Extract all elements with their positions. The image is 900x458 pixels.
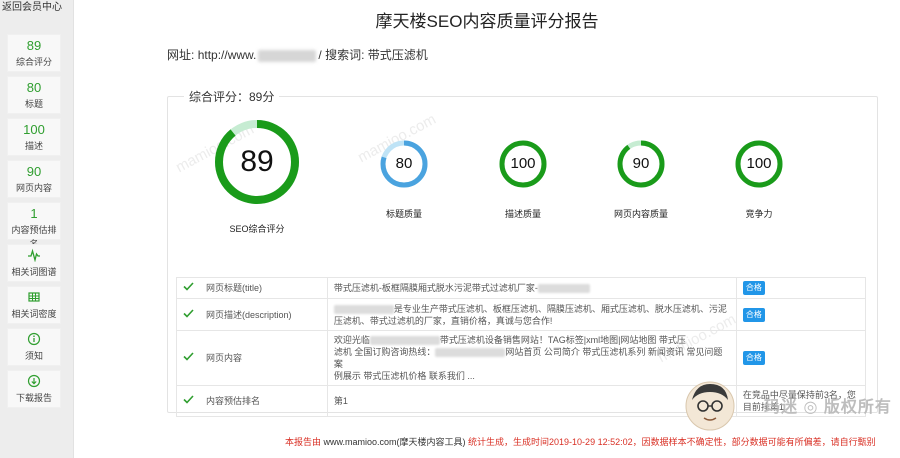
- url-label: 网址:: [167, 48, 195, 62]
- keyword-value: 带式压滤机: [367, 48, 428, 62]
- redacted-text: [333, 304, 394, 314]
- sidebar-score-description[interactable]: 100 描述: [7, 118, 61, 156]
- score-value: 1: [30, 206, 38, 221]
- page-title: 摩天楼SEO内容质量评分报告: [375, 12, 599, 31]
- mascot-logo: [682, 378, 738, 432]
- score-value: 100: [23, 122, 45, 137]
- sidebar-tool-keyword-graph[interactable]: 相关词图谱: [7, 244, 61, 282]
- score-value: 89: [26, 38, 42, 53]
- pass-badge: 合格: [742, 351, 765, 365]
- item-status: 合格: [735, 298, 867, 331]
- gauge-description-quality: 100 描述质量: [498, 139, 548, 219]
- table-row: 内容预估排名 第1 在竞品中尽量保持前3名，您目前排第1: [176, 385, 867, 417]
- gauge-value: 100: [746, 155, 772, 172]
- score-label: 网页内容: [15, 183, 52, 193]
- item-content: 欢迎光临 带式压滤机设备销售网站！TAG标签|xml地图|网站地图 带式压 滤机 全…: [326, 330, 737, 386]
- sidebar: 返回会员中心 89 综合评分 80 标题 100 描述 90 网页内容 1 内容…: [0, 0, 74, 458]
- item-name: 网页内容: [200, 330, 328, 386]
- score-value: 90: [26, 164, 42, 179]
- score-label: 标题: [24, 99, 43, 109]
- item-name: 内容预估排名: [200, 385, 328, 417]
- sidebar-tool-download-report[interactable]: 下载报告: [7, 370, 61, 408]
- gauge-value: 100: [510, 155, 536, 172]
- sidebar-score-content[interactable]: 90 网页内容: [7, 160, 61, 198]
- tool-label: 相关词密度: [11, 309, 57, 319]
- item-status: 合格: [735, 277, 867, 299]
- gauge-label: SEO综合评分: [229, 224, 285, 234]
- gauge-content-quality: 90 网页内容质量: [614, 139, 668, 219]
- gauge-competitiveness: 100 竞争力: [734, 139, 784, 219]
- redacted-text: [435, 348, 506, 358]
- report-footer: 本报告由 www.mamioo.com(摩天楼内容工具) 统计生成，生成时间20…: [285, 435, 876, 448]
- url-suffix: /: [318, 48, 322, 62]
- item-name: 网页描述(description): [200, 298, 328, 331]
- score-label: 描述: [24, 141, 43, 151]
- gauge-value: 80: [395, 155, 413, 172]
- tool-label: 相关词图谱: [11, 267, 57, 277]
- gauge-label: 竞争力: [745, 209, 773, 219]
- redacted-text: [369, 336, 440, 346]
- item-status: 合格: [735, 330, 867, 386]
- redacted-text: [537, 284, 590, 294]
- sidebar-tool-keyword-density[interactable]: 相关词密度: [7, 286, 61, 324]
- sidebar-tool-notice[interactable]: 须知: [7, 328, 61, 366]
- pulse-icon: [8, 248, 60, 263]
- sidebar-score-title[interactable]: 80 标题: [7, 76, 61, 114]
- back-to-member-center-link[interactable]: 返回会员中心: [2, 0, 68, 20]
- gauge-label: 标题质量: [385, 209, 422, 219]
- url-prefix: http://www.: [197, 48, 257, 62]
- sidebar-score-overall[interactable]: 89 综合评分: [7, 34, 61, 72]
- tool-label: 须知: [24, 351, 43, 361]
- gauge-label: 描述质量: [504, 209, 541, 219]
- table-row: 网页描述(description) 是专业生产带式压滤机、板框压滤机、隔膜压滤机…: [176, 298, 867, 331]
- score-label: 综合评分: [15, 57, 52, 67]
- gauge-value: 90: [632, 155, 650, 172]
- info-circle-icon: [8, 332, 60, 347]
- item-content: 是专业生产带式压滤机、板框压滤机、隔膜压滤机、厢式压滤机、脱水压滤机、污泥 压滤机…: [326, 298, 737, 331]
- check-icon: [176, 298, 200, 331]
- check-icon: [176, 385, 200, 417]
- pass-badge: 合格: [742, 281, 765, 295]
- table-row: 网页标题(title) 带式压滤机-板框隔膜厢式脱水污泥带式过滤机厂家- 合格: [176, 277, 867, 299]
- check-icon: [176, 277, 200, 299]
- item-name: 网页标题(title): [200, 277, 328, 299]
- sidebar-score-ranking[interactable]: 1 内容预估排名: [7, 202, 61, 249]
- item-content: 第1: [326, 385, 737, 417]
- table-row: 网页内容 欢迎光临 带式压滤机设备销售网站！TAG标签|xml地图|网站地图 带式…: [176, 330, 867, 386]
- brand-watermark: 玛迷 ◎ 版权所有: [764, 399, 892, 416]
- keyword-label: 搜索词:: [325, 48, 365, 62]
- footer-site-link[interactable]: www.mamioo.com(摩天楼内容工具): [324, 437, 466, 447]
- footer-suffix: 统计生成，生成时间2019-10-29 12:52:02，因数据样本不确定性，部…: [465, 437, 876, 447]
- tool-label: 下载报告: [15, 393, 52, 403]
- report-main: mamioo.com mamioo.com mamioo.com 摩天楼SEO内…: [74, 0, 900, 458]
- check-items-table: 网页标题(title) 带式压滤机-板框隔膜厢式脱水污泥带式过滤机厂家- 合格 …: [176, 277, 867, 417]
- url-keyword-line: 网址: http://www. / 搜索词: 带式压滤机: [167, 46, 428, 63]
- pass-badge: 合格: [742, 307, 765, 322]
- gauge-title-quality: 80 标题质量: [379, 139, 429, 219]
- gauge-value: 89: [240, 145, 274, 178]
- gauge-label: 网页内容质量: [613, 209, 668, 219]
- gauge-seo-overall: 89 SEO综合评分: [213, 118, 301, 234]
- overall-score-legend: 综合评分：89分: [184, 88, 280, 105]
- footer-prefix: 本报告由: [285, 437, 324, 447]
- table-icon: [8, 290, 60, 305]
- redacted-domain: [258, 49, 317, 62]
- check-icon: [176, 330, 200, 386]
- score-value: 80: [26, 80, 42, 95]
- download-icon: [8, 374, 60, 389]
- item-content: 带式压滤机-板框隔膜厢式脱水污泥带式过滤机厂家-: [326, 277, 737, 299]
